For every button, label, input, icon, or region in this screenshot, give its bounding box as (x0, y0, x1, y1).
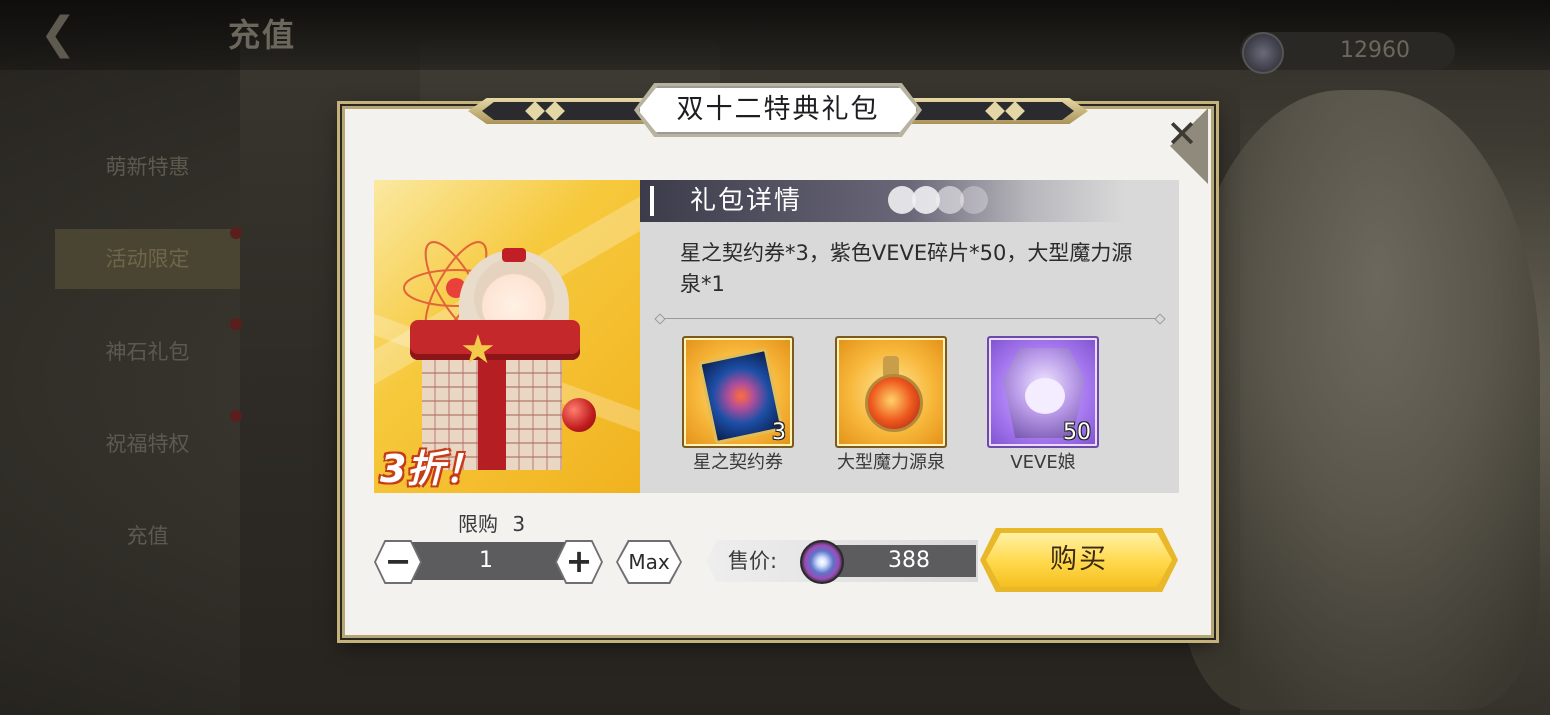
gift-pack-illustration: ★ 3折！ (374, 180, 640, 493)
notification-dot (230, 318, 242, 330)
details-header: 礼包详情 (640, 180, 1179, 222)
gem-coin-icon (800, 540, 844, 584)
item-frame: 50 (987, 336, 1099, 448)
item-name: 大型魔力源泉 (837, 452, 945, 473)
currency-amount: 12960 (1340, 38, 1410, 63)
item-name: 星之契约券 (693, 452, 783, 473)
currency-display: 12960 (1240, 32, 1455, 74)
dialog-title-plate: 双十二特典礼包 (468, 83, 1088, 137)
divider (660, 318, 1160, 319)
dialog-title: 双十二特典礼包 (676, 94, 880, 125)
veve-face (1025, 378, 1065, 414)
purchase-limit: 限购 3 (458, 508, 525, 537)
reward-item-star-contract[interactable]: 3 星之契约券 (682, 336, 794, 476)
sidebar-item-blessing-privilege[interactable]: 祝福特权 (55, 414, 240, 474)
item-frame (835, 336, 947, 448)
pack-details-panel: 礼包详情 星之契约券*3，紫色VEVE碎片*50，大型魔力源泉*1 3 星之契约… (640, 180, 1179, 493)
sidebar-item-gem-packs[interactable]: 神石礼包 (55, 322, 240, 382)
back-button[interactable]: ❮ (28, 10, 88, 58)
item-name: VEVE娘 (1010, 452, 1076, 473)
sidebar-item-newbie-deals[interactable]: 萌新特惠 (55, 137, 240, 197)
bottle-body (865, 374, 923, 432)
magic-fountain-bottle-icon (863, 352, 923, 432)
close-icon[interactable]: ✕ (1160, 112, 1204, 156)
max-button[interactable]: Max (618, 542, 680, 582)
limit-value: 3 (512, 512, 526, 536)
pack-description: 星之契约券*3，紫色VEVE碎片*50，大型魔力源泉*1 (680, 241, 1133, 296)
sidebar-item-event-limited[interactable]: 活动限定 (55, 229, 240, 289)
back-arrow-icon: ❮ (39, 8, 77, 59)
hair-bow (502, 248, 526, 262)
discount-badge: 3折！ (380, 447, 483, 491)
character-art (1180, 90, 1540, 710)
notification-dot (230, 227, 242, 239)
buy-button[interactable]: 购买 (986, 533, 1172, 587)
limit-label: 限购 (458, 512, 498, 536)
header-accent-bar (650, 186, 654, 216)
item-count: 50 (1063, 420, 1091, 445)
item-count: 3 (772, 420, 786, 445)
price-label: 售价: (728, 549, 778, 573)
reward-item-magic-fountain[interactable]: 大型魔力源泉 (835, 336, 947, 476)
notification-dot (230, 410, 242, 422)
apple-icon (562, 398, 596, 432)
page-title: 充值 (228, 16, 297, 54)
sidebar: 萌新特惠 活动限定 神石礼包 祝福特权 充值 (0, 120, 245, 640)
item-frame: 3 (682, 336, 794, 448)
sidebar-item-recharge[interactable]: 充值 (55, 506, 240, 566)
price-value: 388 (888, 548, 930, 573)
reward-item-veve[interactable]: 50 VEVE娘 (987, 336, 1099, 476)
star-icon: ★ (460, 327, 496, 373)
details-title: 礼包详情 (690, 186, 803, 216)
header-decoration (960, 186, 988, 214)
gem-coin-icon (1242, 32, 1284, 74)
